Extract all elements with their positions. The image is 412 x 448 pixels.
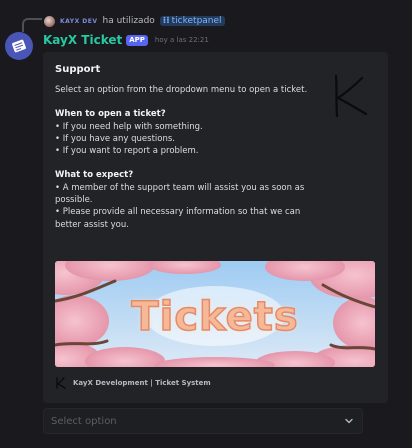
bot-avatar[interactable] bbox=[5, 32, 33, 60]
chevron-down-icon[interactable] bbox=[344, 416, 354, 426]
command-name: ticketpanel bbox=[171, 16, 222, 26]
expect-item: • A member of the support team will assi… bbox=[55, 182, 305, 206]
k-logo-thumbnail[interactable] bbox=[328, 70, 372, 120]
reply-context: KAYX DEV ha utilizado ⁝⁝ ticketpanel bbox=[44, 13, 225, 29]
reply-user-avatar[interactable] bbox=[44, 15, 55, 27]
reply-connector bbox=[22, 18, 42, 32]
embed-description: Select an option from the dropdown menu … bbox=[55, 84, 315, 231]
banner-text: Tickets bbox=[131, 293, 299, 341]
bot-logo-icon bbox=[12, 39, 26, 53]
reply-username[interactable]: KAYX DEV bbox=[60, 18, 98, 25]
ticket-embed: Support Select an option from the dropdo… bbox=[43, 52, 388, 403]
message-timestamp: hoy a las 22:21 bbox=[154, 36, 209, 44]
bot-name[interactable]: KayX Ticket bbox=[43, 33, 122, 47]
reply-action-text: ha utilizado bbox=[102, 16, 155, 26]
expect-item: • Please provide all necessary informati… bbox=[55, 207, 301, 230]
message-header: KayX Ticket APP hoy a las 22:21 bbox=[43, 32, 209, 48]
command-mention[interactable]: ⁝⁝ ticketpanel bbox=[159, 16, 225, 26]
when-item: • If you need help with something. bbox=[55, 121, 203, 132]
embed-footer: KayX Development | Ticket System bbox=[55, 376, 211, 390]
when-heading: When to open a ticket? bbox=[55, 109, 166, 120]
slash-command-icon: ⁝⁝ bbox=[162, 16, 170, 26]
when-item: • If you have any questions. bbox=[55, 133, 175, 144]
footer-k-icon bbox=[56, 377, 66, 389]
select-placeholder: Select option bbox=[51, 415, 117, 427]
embed-intro: Select an option from the dropdown menu … bbox=[55, 85, 308, 95]
when-item: • If you want to report a problem. bbox=[55, 146, 199, 157]
embed-title: Support bbox=[55, 64, 101, 75]
app-badge: APP bbox=[126, 34, 148, 46]
tickets-banner-image[interactable]: Tickets bbox=[55, 261, 375, 367]
ticket-option-select[interactable]: Select option bbox=[43, 408, 363, 434]
footer-text: KayX Development | Ticket System bbox=[73, 379, 211, 387]
expect-heading: What to expect? bbox=[55, 170, 134, 181]
